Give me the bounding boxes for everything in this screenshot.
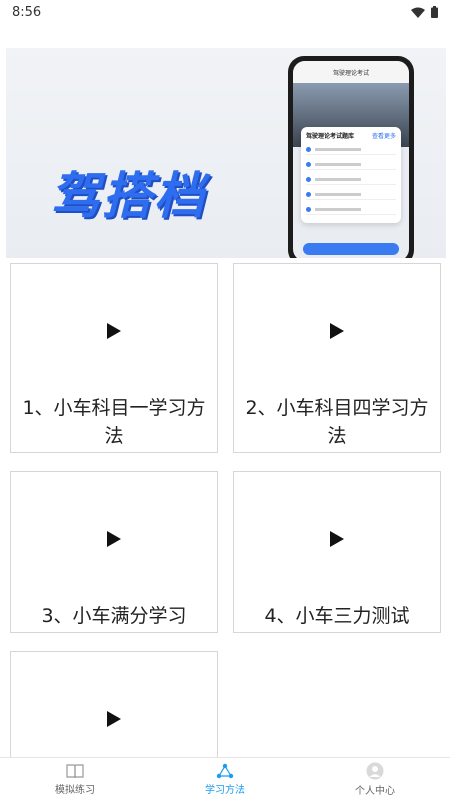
course-card-label: 4、小车三力测试 (264, 605, 410, 627)
network-icon (216, 763, 234, 778)
tab-label: 个人中心 (355, 785, 395, 797)
phone-row (306, 145, 396, 155)
play-icon[interactable] (107, 711, 121, 727)
course-card-label: 2、小车科目四学习方法 (245, 397, 429, 447)
course-card-label: 1、小车科目一学习方法 (22, 397, 206, 447)
status-time: 8:56 (12, 4, 42, 20)
open-book-image (34, 236, 264, 258)
phone-card-title: 驾驶理论考试题库 查看更多 (306, 131, 396, 140)
book-icon (66, 763, 84, 778)
banner-title: 驾搭档 (50, 167, 206, 225)
phone-button (303, 243, 399, 255)
course-card-2[interactable]: 2、小车科目四学习方法 (233, 263, 441, 453)
course-card-5[interactable] (10, 651, 218, 771)
play-icon[interactable] (330, 323, 344, 339)
phone-card-title-text: 驾驶理论考试题库 (306, 133, 355, 140)
tab-study-methods[interactable]: 学习方法 (150, 758, 300, 800)
status-bar: 8:56 (0, 0, 450, 24)
phone-row (306, 160, 396, 170)
phone-row (306, 205, 396, 215)
course-card-3[interactable]: 3、小车满分学习 (10, 471, 218, 633)
course-card-1[interactable]: 1、小车科目一学习方法 (10, 263, 218, 453)
play-icon[interactable] (107, 531, 121, 547)
wifi-icon (411, 7, 425, 18)
course-card-4[interactable]: 4、小车三力测试 (233, 471, 441, 633)
tab-profile[interactable]: 个人中心 (300, 758, 450, 800)
tab-label: 学习方法 (205, 784, 245, 796)
phone-row (306, 175, 396, 185)
play-icon[interactable] (107, 323, 121, 339)
phone-screen: 驾驶理论考试 驾驶理论考试题库 查看更多 (293, 61, 409, 258)
battery-icon (431, 6, 438, 18)
phone-card-link: 查看更多 (371, 133, 396, 140)
course-card-label: 3、小车满分学习 (41, 605, 187, 627)
tab-label: 模拟练习 (55, 784, 95, 796)
play-icon[interactable] (330, 531, 344, 547)
promo-banner[interactable]: 驾搭档 驾驶理论考试 驾驶理论考试题库 查看更多 (6, 48, 446, 258)
phone-card: 驾驶理论考试题库 查看更多 (301, 127, 401, 223)
phone-mockup: 驾驶理论考试 驾驶理论考试题库 查看更多 (288, 56, 414, 258)
phone-row (306, 190, 396, 200)
status-icons (411, 6, 438, 18)
person-icon (366, 762, 384, 779)
bottom-tab-bar: 模拟练习 学习方法 个人中心 (0, 757, 450, 800)
tab-mock-practice[interactable]: 模拟练习 (0, 758, 150, 800)
phone-header: 驾驶理论考试 (293, 61, 409, 83)
